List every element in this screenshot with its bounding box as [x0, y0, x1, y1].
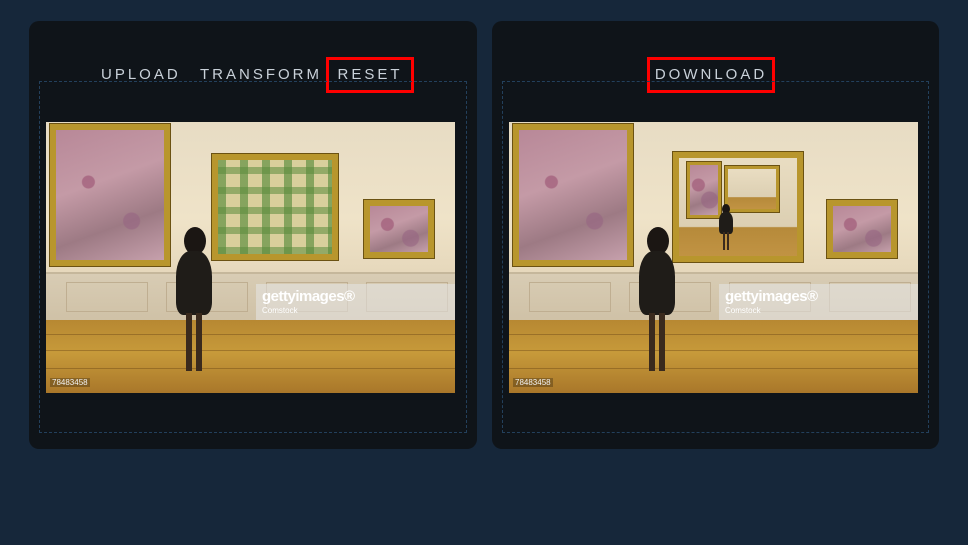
watermark-sub: Comstock: [262, 306, 298, 315]
watermark: gettyimages® Comstock: [719, 284, 918, 320]
photo-id: 78483458: [50, 378, 90, 387]
photo-id: 78483458: [513, 378, 553, 387]
input-panel: UPLOAD TRANSFORM RESET gettyimages® Coms…: [29, 21, 477, 449]
watermark-brand: gettyimages®: [725, 288, 818, 305]
output-panel: DOWNLOAD gettyimages® Comstock 78483458: [492, 21, 939, 449]
watermark-sub: Comstock: [725, 306, 761, 315]
output-image: gettyimages® Comstock 78483458: [509, 122, 918, 393]
input-image: gettyimages® Comstock 78483458: [46, 122, 455, 393]
watermark: gettyimages® Comstock: [256, 284, 455, 320]
watermark-brand: gettyimages®: [262, 288, 355, 305]
